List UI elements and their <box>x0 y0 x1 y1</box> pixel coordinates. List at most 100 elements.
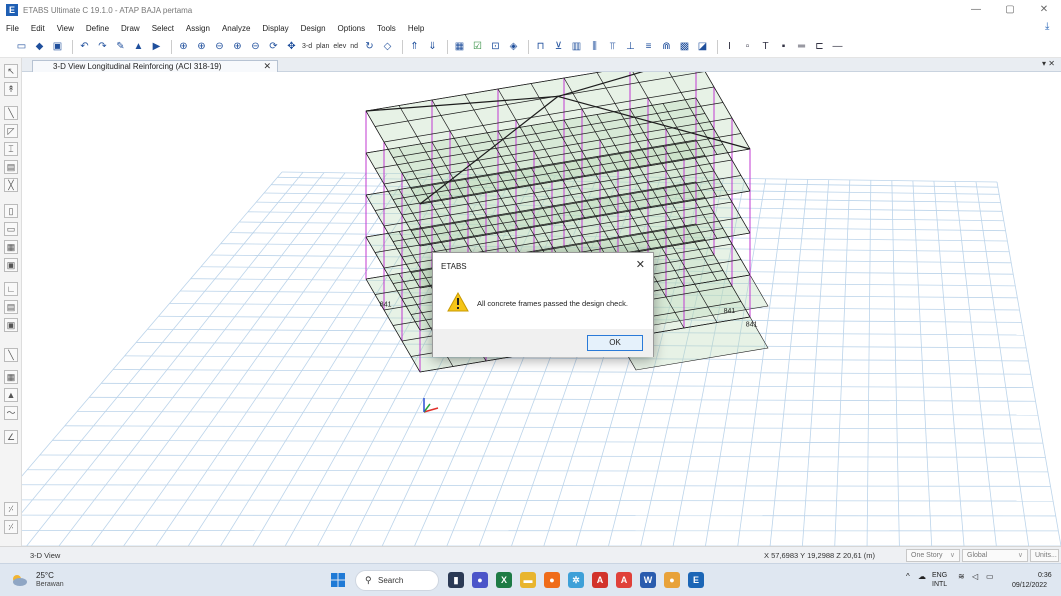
zoom-window-icon[interactable]: ⊕ <box>176 39 191 54</box>
tab-close-icon[interactable]: ✕ <box>263 61 271 72</box>
zoom-fit-icon[interactable]: ⊕ <box>230 39 245 54</box>
reshape-icon[interactable]: ↟ <box>4 82 18 96</box>
dialog-close-button[interactable]: ✕ <box>636 258 645 271</box>
tray-overflow-icon[interactable]: ^ <box>906 572 910 581</box>
undo-icon[interactable]: ↶ <box>77 39 92 54</box>
weather-description[interactable]: Berawan <box>36 581 64 588</box>
battery-icon[interactable]: ▭ <box>986 572 994 581</box>
story-select[interactable]: One Story ∨ <box>906 549 960 562</box>
brace-icon[interactable]: ⊻ <box>551 39 566 54</box>
view-3d-button[interactable]: 3-d <box>302 43 312 50</box>
draw-brace-icon[interactable]: ◸ <box>4 124 18 138</box>
move-up-icon[interactable]: ⇑ <box>407 39 422 54</box>
language-top[interactable]: ENG <box>932 572 947 579</box>
section-wide-icon[interactable]: ▪ <box>776 39 791 54</box>
draw-grid-icon[interactable]: ▦ <box>4 240 18 254</box>
draw-opening-icon[interactable]: ▣ <box>4 258 18 272</box>
draw-line-icon[interactable]: ╲ <box>4 106 18 120</box>
windows-start-icon[interactable] <box>331 573 345 587</box>
view-plan-button[interactable]: plan <box>316 43 329 50</box>
weather-temperature[interactable]: 25°C <box>36 571 54 580</box>
menu-analyze[interactable]: Analyze <box>222 24 250 33</box>
zoom-out-icon[interactable]: ⊖ <box>212 39 227 54</box>
draw-dimension-icon[interactable]: ∠ <box>4 430 18 444</box>
chrome-icon[interactable]: ● <box>664 572 680 588</box>
zoom-prev-icon[interactable]: ⊖ <box>248 39 263 54</box>
menu-options[interactable]: Options <box>338 24 366 33</box>
display-icon[interactable]: ▩ <box>677 39 692 54</box>
section-box-icon[interactable]: ▫ <box>740 39 755 54</box>
deformed-icon[interactable]: ⋒ <box>659 39 674 54</box>
save-icon[interactable]: ▣ <box>50 39 65 54</box>
excel-icon[interactable]: X <box>496 572 512 588</box>
new-model-icon[interactable]: ▭ <box>14 39 29 54</box>
snap-endpoint-icon[interactable]: ⸓ <box>4 502 18 516</box>
menu-tools[interactable]: Tools <box>377 24 396 33</box>
chat-icon[interactable]: ● <box>472 572 488 588</box>
view-nd-button[interactable]: nd <box>350 43 358 50</box>
firefox-icon[interactable]: ● <box>544 572 560 588</box>
draw-wall-icon[interactable]: ▤ <box>4 160 18 174</box>
menu-draw[interactable]: Draw <box>121 24 140 33</box>
section-flat-icon[interactable]: — <box>830 39 845 54</box>
task-view-icon[interactable]: ▮ <box>448 572 464 588</box>
word-icon[interactable]: W <box>640 572 656 588</box>
menu-display[interactable]: Display <box>262 24 288 33</box>
acrobat-icon[interactable]: A <box>592 572 608 588</box>
column-icon[interactable]: ⫪ <box>605 39 620 54</box>
draw-area-icon[interactable]: ▯ <box>4 204 18 218</box>
rotate-3d-icon[interactable]: ⟳ <box>266 39 281 54</box>
draw-pier-icon[interactable]: ▲ <box>4 388 18 402</box>
draw-icon[interactable]: ✎ <box>113 39 128 54</box>
perspective-icon[interactable]: ◇ <box>380 39 395 54</box>
pan-icon[interactable]: ✥ <box>284 39 299 54</box>
clock-time[interactable]: 0:36 <box>1038 572 1052 579</box>
draw-cross-icon[interactable]: ╳ <box>4 178 18 192</box>
draw-link-icon[interactable]: ╲ <box>4 348 18 362</box>
zoom-in-icon[interactable]: ⊕ <box>194 39 209 54</box>
draw-table-icon[interactable]: ▦ <box>4 370 18 384</box>
units-button[interactable]: Units... <box>1030 549 1059 562</box>
section-tee-icon[interactable]: T <box>758 39 773 54</box>
coord-system-select[interactable]: Global ∨ <box>962 549 1028 562</box>
section-i-icon[interactable]: I <box>722 39 737 54</box>
shell-icon[interactable]: ◈ <box>506 39 521 54</box>
section-line-icon[interactable]: ═ <box>794 39 809 54</box>
file-explorer-icon[interactable]: ▬ <box>520 572 536 588</box>
menu-file[interactable]: File <box>6 24 19 33</box>
link-icon[interactable]: ⫼ <box>587 39 602 54</box>
menu-view[interactable]: View <box>57 24 74 33</box>
snap-point-icon[interactable]: ⸓ <box>4 520 18 534</box>
draw-panel-icon[interactable]: ▤ <box>4 300 18 314</box>
rotate-icon[interactable]: ↻ <box>362 39 377 54</box>
view-elev-button[interactable]: elev <box>333 43 346 50</box>
language-bottom[interactable]: INTL <box>932 581 947 588</box>
cloud-icon[interactable] <box>10 573 28 587</box>
run-icon[interactable]: ▶ <box>149 39 164 54</box>
pointer-icon[interactable]: ↖ <box>4 64 18 78</box>
menu-select[interactable]: Select <box>152 24 174 33</box>
menu-design[interactable]: Design <box>301 24 326 33</box>
draw-wave-icon[interactable]: 〜 <box>4 406 18 420</box>
lock-icon[interactable]: ▲ <box>131 39 146 54</box>
settings-icon[interactable]: ✲ <box>568 572 584 588</box>
grid-icon[interactable]: ▦ <box>452 39 467 54</box>
open-icon[interactable]: ◆ <box>32 39 47 54</box>
beam-icon[interactable]: ⊓ <box>533 39 548 54</box>
wifi-icon[interactable]: ≋ <box>958 572 965 581</box>
menu-help[interactable]: Help <box>408 24 424 33</box>
menu-define[interactable]: Define <box>86 24 109 33</box>
frame-icon[interactable]: ⊡ <box>488 39 503 54</box>
etabs-taskbar-icon[interactable]: E <box>688 572 704 588</box>
tab-3d-view[interactable]: 3-D View Longitudinal Reinforcing (ACI 3… <box>32 60 278 72</box>
close-button[interactable]: ✕ <box>1027 0 1061 20</box>
taskbar-search[interactable]: ⚲ Search <box>355 570 439 591</box>
download-icon[interactable]: ⤓ <box>1045 22 1055 32</box>
load-icon[interactable]: ≡ <box>641 39 656 54</box>
check-icon[interactable]: ☑ <box>470 39 485 54</box>
clock-date[interactable]: 09/12/2022 <box>1012 582 1047 589</box>
network-status-icon[interactable]: ☁ <box>918 572 926 581</box>
ok-button[interactable]: OK <box>587 335 643 351</box>
minimize-button[interactable]: — <box>959 0 993 20</box>
draw-frame-icon[interactable]: ▣ <box>4 318 18 332</box>
